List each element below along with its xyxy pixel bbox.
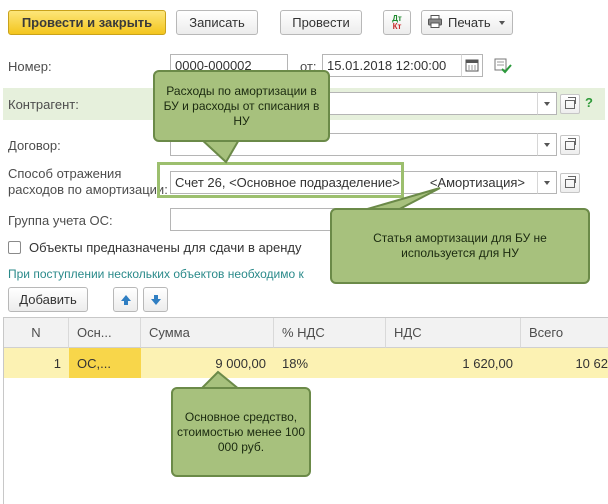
callout-top: Расходы по амортизации в БУ и расходы от… — [153, 70, 330, 142]
callout-bottom: Основное средство, стоимостью менее 100 … — [171, 387, 311, 477]
callout-right: Статья амортизации для БУ не используетс… — [330, 208, 590, 284]
